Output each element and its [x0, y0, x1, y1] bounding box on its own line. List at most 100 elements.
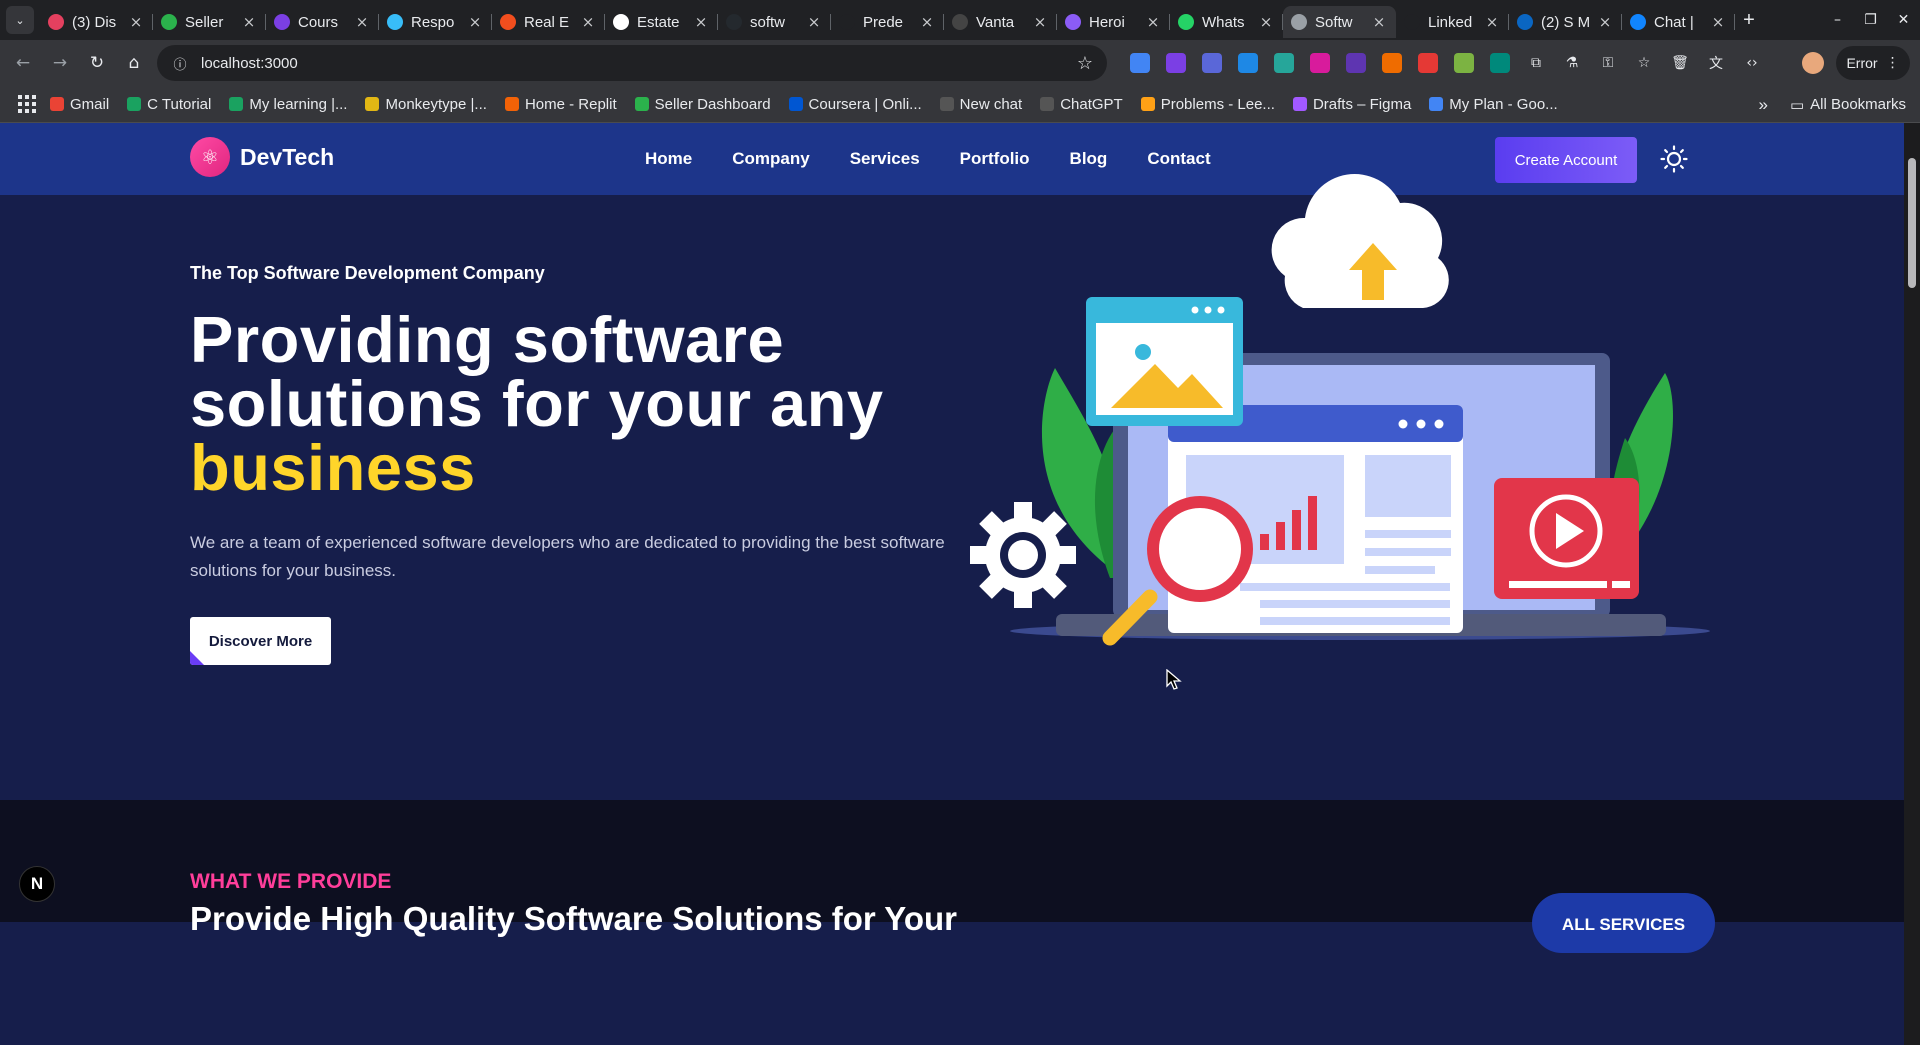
- bookmark-favicon-icon: [634, 97, 649, 111]
- close-window-button[interactable]: ✕: [1887, 0, 1920, 40]
- ext-icon-10[interactable]: [1454, 53, 1474, 73]
- forward-button[interactable]: →: [43, 46, 77, 80]
- browser-tab[interactable]: Seller ×: [153, 6, 266, 38]
- browser-tab[interactable]: Linked ×: [1396, 6, 1509, 38]
- tab-close-icon[interactable]: ×: [1031, 13, 1049, 31]
- bookmark-item[interactable]: C Tutorial: [127, 96, 211, 113]
- bookmark-favicon-icon: [365, 97, 380, 111]
- tab-close-icon[interactable]: ×: [1596, 13, 1614, 31]
- site-logo[interactable]: ⚛ DevTech: [190, 137, 334, 177]
- trash-icon[interactable]: 🗑: [1670, 53, 1690, 73]
- translate-ext-icon[interactable]: [1130, 53, 1150, 73]
- browser-tab[interactable]: (2) S M ×: [1509, 6, 1622, 38]
- nextjs-dev-badge[interactable]: N: [19, 866, 55, 902]
- new-tab-button[interactable]: +: [1735, 6, 1763, 34]
- nav-blog[interactable]: Blog: [1070, 149, 1108, 169]
- tab-close-icon[interactable]: ×: [1370, 13, 1388, 31]
- code-icon[interactable]: ‹›: [1742, 53, 1762, 73]
- tab-close-icon[interactable]: ×: [579, 13, 597, 31]
- nav-services[interactable]: Services: [850, 149, 920, 169]
- more-bookmarks-button[interactable]: »: [1758, 95, 1767, 115]
- tab-close-icon[interactable]: ×: [466, 13, 484, 31]
- profile-avatar[interactable]: [1802, 52, 1824, 74]
- minimize-button[interactable]: –: [1821, 0, 1854, 40]
- bookmark-favicon-icon: [788, 97, 803, 111]
- tab-label: Real E: [524, 13, 570, 31]
- browser-tab[interactable]: Respo ×: [379, 6, 492, 38]
- tab-close-icon[interactable]: ×: [1257, 13, 1275, 31]
- browser-tab[interactable]: Estate ×: [605, 6, 718, 38]
- flask-icon[interactable]: ⚗: [1562, 53, 1582, 73]
- address-bar[interactable]: ⓘ localhost:3000 ☆: [157, 45, 1107, 81]
- browser-tab[interactable]: Chat | ×: [1622, 6, 1735, 38]
- apps-grid-icon[interactable]: [18, 95, 36, 113]
- tab-close-icon[interactable]: ×: [1709, 13, 1727, 31]
- discover-more-button[interactable]: Discover More: [190, 617, 331, 665]
- ext-icon-2[interactable]: [1166, 53, 1186, 73]
- browser-tab[interactable]: Real E ×: [492, 6, 605, 38]
- figma-icon: [500, 14, 516, 30]
- browser-tab[interactable]: (3) Dis ×: [40, 6, 153, 38]
- browser-tab[interactable]: softw ×: [718, 6, 831, 38]
- bookmark-item[interactable]: My learning |...: [229, 96, 347, 113]
- tab-search-button[interactable]: ⌄: [6, 6, 34, 34]
- browser-tab[interactable]: Cours ×: [266, 6, 379, 38]
- bookmark-star-icon[interactable]: ☆: [1077, 53, 1093, 74]
- browser-tab[interactable]: Vanta ×: [944, 6, 1057, 38]
- tab-close-icon[interactable]: ×: [127, 13, 145, 31]
- all-services-button[interactable]: ALL SERVICES: [1532, 893, 1715, 953]
- bookmark-item[interactable]: Home - Replit: [504, 96, 617, 113]
- shield-icon: [1065, 14, 1081, 30]
- ext-icon-3[interactable]: [1202, 53, 1222, 73]
- bookmark-item[interactable]: Seller Dashboard: [634, 96, 771, 113]
- error-menu-button[interactable]: Error ⋮: [1836, 46, 1910, 80]
- ext-icon-9[interactable]: [1418, 53, 1438, 73]
- restore-button[interactable]: ❐: [1854, 0, 1887, 40]
- all-bookmarks-button[interactable]: All Bookmarks: [1810, 96, 1906, 113]
- home-button[interactable]: ⌂: [117, 46, 151, 80]
- tab-close-icon[interactable]: ×: [1144, 13, 1162, 31]
- url-text[interactable]: localhost:3000: [201, 55, 1077, 72]
- bluesky-icon: [1630, 14, 1646, 30]
- tab-close-icon[interactable]: ×: [1483, 13, 1501, 31]
- tab-close-icon[interactable]: ×: [353, 13, 371, 31]
- scrollbar-thumb[interactable]: [1908, 158, 1916, 288]
- ext-icon-11[interactable]: [1490, 53, 1510, 73]
- bookmark-item[interactable]: Monkeytype |...: [365, 96, 487, 113]
- bookmark-item[interactable]: ChatGPT: [1040, 96, 1123, 113]
- key-icon[interactable]: ⚿: [1598, 53, 1618, 73]
- nav-home[interactable]: Home: [645, 149, 692, 169]
- browser-tab[interactable]: Softw ×: [1283, 6, 1396, 38]
- puzzle-icon[interactable]: ⧉: [1526, 53, 1546, 73]
- browser-tab[interactable]: Whats ×: [1170, 6, 1283, 38]
- bookmark-item[interactable]: Drafts – Figma: [1292, 96, 1411, 113]
- bookmark-favicon-icon: [229, 97, 244, 111]
- bookmark-item[interactable]: New chat: [939, 96, 1022, 113]
- bookmark-manager-icon[interactable]: ☆: [1634, 53, 1654, 73]
- back-button[interactable]: ←: [6, 46, 40, 80]
- nav-contact[interactable]: Contact: [1147, 149, 1210, 169]
- nav-portfolio[interactable]: Portfolio: [960, 149, 1030, 169]
- react-devtools-icon[interactable]: [1274, 53, 1294, 73]
- chevron-down-icon: ⌄: [15, 14, 25, 27]
- browser-tab[interactable]: Prede ×: [831, 6, 944, 38]
- download-ext-icon[interactable]: [1310, 53, 1330, 73]
- browser-tab[interactable]: Heroi ×: [1057, 6, 1170, 38]
- bookmark-item[interactable]: Problems - Lee...: [1140, 96, 1275, 113]
- tab-close-icon[interactable]: ×: [240, 13, 258, 31]
- reload-button[interactable]: ↻: [80, 46, 114, 80]
- bookmark-item[interactable]: Gmail: [50, 96, 109, 113]
- forward-arrow-icon: →: [52, 53, 68, 73]
- tab-close-icon[interactable]: ×: [692, 13, 710, 31]
- ext-icon-7[interactable]: [1346, 53, 1366, 73]
- nav-company[interactable]: Company: [732, 149, 809, 169]
- tab-close-icon[interactable]: ×: [805, 13, 823, 31]
- bookmark-item[interactable]: My Plan - Goo...: [1429, 96, 1558, 113]
- page-scrollbar[interactable]: [1904, 123, 1920, 1045]
- ext-icon-8[interactable]: [1382, 53, 1402, 73]
- tab-close-icon[interactable]: ×: [918, 13, 936, 31]
- site-info-icon[interactable]: ⓘ: [165, 54, 195, 73]
- ext-icon-4[interactable]: [1238, 53, 1258, 73]
- bookmark-item[interactable]: Coursera | Onli...: [788, 96, 922, 113]
- translate-icon[interactable]: 文: [1706, 53, 1726, 73]
